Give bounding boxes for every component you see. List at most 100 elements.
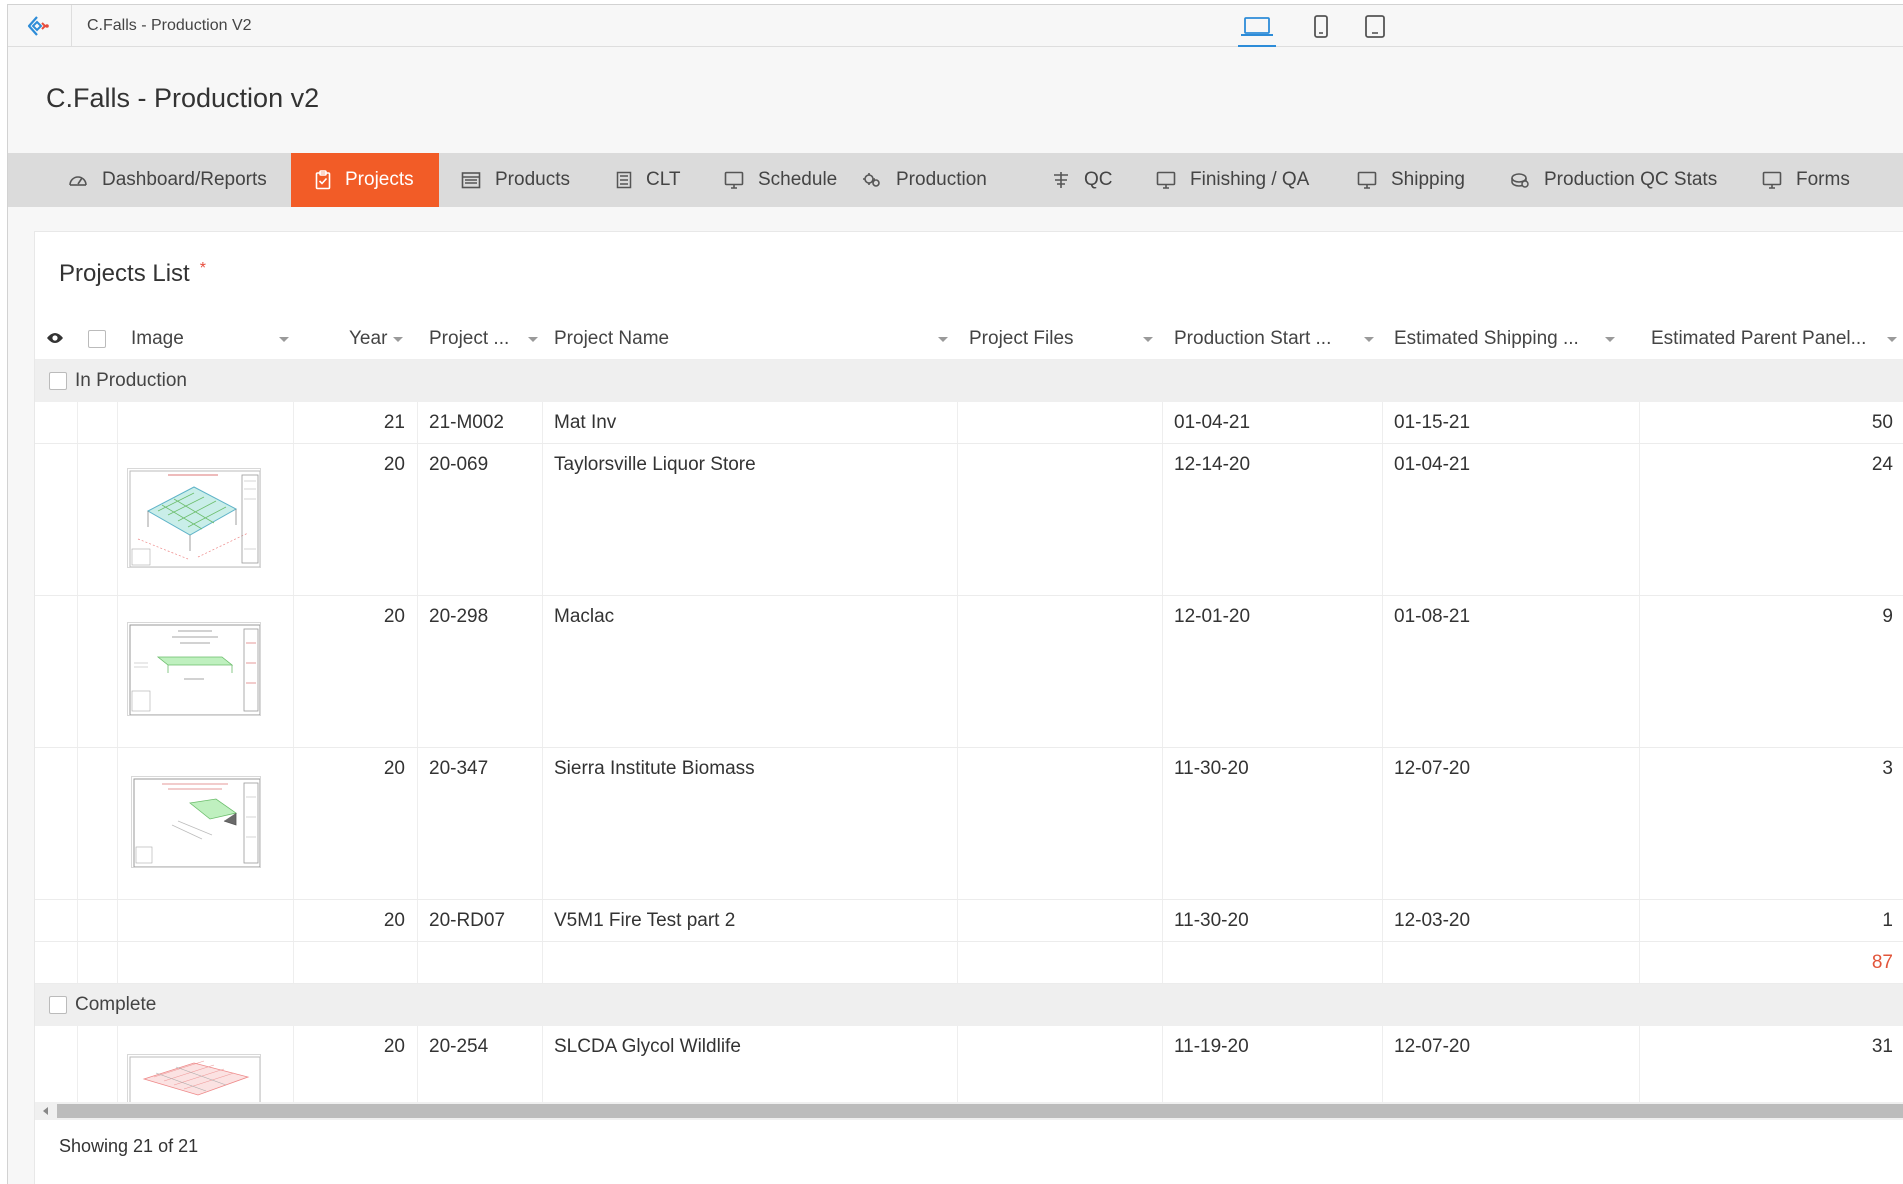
group-header-in-production[interactable]: In Production: [35, 360, 1903, 402]
app-logo-icon: [27, 16, 49, 36]
group-total-row: 87: [35, 942, 1903, 984]
drawing-thumbnail-icon: [129, 1056, 260, 1102]
gears-icon: [863, 173, 880, 187]
nav-item-label: Forms: [1796, 169, 1850, 190]
cell-year: 20: [383, 1036, 405, 1057]
nav-item-clt[interactable]: CLT: [596, 153, 708, 207]
panel-title: Projects List *: [59, 260, 206, 288]
group-checkbox[interactable]: [49, 372, 67, 390]
cell-project: 20-RD07: [429, 910, 506, 931]
list-icon: [616, 171, 632, 189]
cell-project-name: Mat Inv: [554, 412, 617, 433]
project-thumbnail[interactable]: [127, 1054, 261, 1102]
cell-estimated-panels: 9: [1882, 606, 1893, 627]
main-nav: Dashboard/Reports Projects Products CLT: [8, 153, 1903, 207]
cell-production-start: 11-19-20: [1174, 1036, 1249, 1057]
sort-caret-icon[interactable]: [528, 337, 538, 342]
column-header-year[interactable]: Year: [349, 318, 387, 360]
nav-item-finishing-qa[interactable]: Finishing / QA: [1138, 153, 1339, 207]
group-label: Complete: [75, 994, 157, 1015]
cell-estimated-shipping: 01-08-21: [1394, 606, 1471, 627]
table-row[interactable]: 20 20-RD07 V5M1 Fire Test part 2 11-30-2…: [35, 900, 1903, 942]
nav-item-qc[interactable]: QC: [1032, 153, 1138, 207]
calendar-icon: [461, 172, 481, 189]
tablet-view-button[interactable]: [1362, 15, 1388, 39]
window-title: C.Falls - Production V2: [87, 17, 252, 34]
eye-icon[interactable]: [46, 331, 64, 345]
nav-item-dashboard-reports[interactable]: Dashboard/Reports: [8, 153, 291, 207]
column-header-estimated-shipping[interactable]: Estimated Shipping ...: [1394, 318, 1579, 360]
cell-estimated-panels: 50: [1871, 412, 1893, 433]
cell-estimated-shipping: 12-07-20: [1394, 1036, 1471, 1057]
project-thumbnail[interactable]: [127, 622, 261, 716]
cell-estimated-panels: 1: [1882, 910, 1893, 931]
cell-year: 20: [383, 606, 405, 627]
cell-project-name: Sierra Institute Biomass: [554, 758, 755, 779]
cell-production-start: 12-01-20: [1174, 606, 1251, 627]
sort-caret-icon[interactable]: [1887, 337, 1897, 342]
panel-title-text: Projects List: [59, 260, 190, 287]
column-header-project-files[interactable]: Project Files: [969, 318, 1074, 360]
cell-production-start: 01-04-21: [1174, 412, 1251, 433]
sort-caret-icon[interactable]: [1364, 337, 1374, 342]
nav-item-production[interactable]: Production: [862, 153, 1032, 207]
app-logo[interactable]: [8, 5, 72, 47]
sort-caret-icon[interactable]: [1605, 337, 1615, 342]
app-title: C.Falls - Production v2: [46, 83, 320, 113]
cell-project-name: Taylorsville Liquor Store: [554, 454, 756, 475]
cell-estimated-panels: 3: [1882, 758, 1893, 779]
table-row[interactable]: 21 21-M002 Mat Inv 01-04-21 01-15-21 50: [35, 402, 1903, 444]
column-header-production-start[interactable]: Production Start ...: [1174, 318, 1331, 360]
nav-item-label: Products: [495, 169, 570, 190]
drawing-thumbnail-icon: [129, 624, 260, 715]
cell-estimated-panels: 24: [1871, 454, 1893, 475]
cell-production-start: 11-30-20: [1174, 910, 1249, 931]
nav-item-schedule[interactable]: Schedule: [708, 153, 862, 207]
table-row[interactable]: 20 20-347 Sierra Institute Biomass 11-30…: [35, 748, 1903, 900]
grid-header: Image Year Project ... Project Name Proj…: [35, 318, 1903, 360]
monitor-icon: [1762, 171, 1782, 189]
drawing-thumbnail-icon: [133, 778, 260, 867]
nav-item-label: Schedule: [758, 169, 838, 190]
horizontal-scrollbar-thumb[interactable]: [57, 1104, 1903, 1118]
column-header-project-name[interactable]: Project Name: [554, 318, 669, 360]
cell-estimated-shipping: 01-15-21: [1394, 412, 1471, 433]
table-row[interactable]: 20 20-298 Maclac 12-01-20 01-08-21 9: [35, 596, 1903, 748]
project-thumbnail[interactable]: [131, 776, 261, 868]
monitor-icon: [1156, 171, 1176, 189]
group-header-complete[interactable]: Complete: [35, 984, 1903, 1026]
required-mark: *: [199, 260, 206, 277]
cell-estimated-shipping: 12-07-20: [1394, 758, 1471, 779]
cell-project: 20-069: [429, 454, 489, 475]
table-row[interactable]: 20 20-254 SLCDA Glycol Wildlife 11-19-20…: [35, 1026, 1903, 1102]
column-header-estimated-parent-panel[interactable]: Estimated Parent Panel...: [1651, 318, 1866, 360]
desktop-view-button[interactable]: [1238, 15, 1276, 48]
scroll-left-arrow-icon[interactable]: [43, 1107, 48, 1115]
nav-item-products[interactable]: Products: [439, 153, 596, 207]
project-thumbnail[interactable]: [127, 468, 261, 568]
nav-item-projects[interactable]: Projects: [291, 153, 439, 207]
column-header-project[interactable]: Project ...: [429, 318, 509, 360]
table-row[interactable]: 20 20-069 Taylorsville Liquor Store 12-1…: [35, 444, 1903, 596]
column-header-image[interactable]: Image: [131, 318, 184, 360]
nav-item-label: QC: [1084, 169, 1113, 190]
group-checkbox[interactable]: [49, 996, 67, 1014]
sort-caret-icon[interactable]: [279, 337, 289, 342]
horizontal-scrollbar[interactable]: [35, 1102, 1903, 1120]
nav-item-forms[interactable]: Forms: [1744, 153, 1903, 207]
nav-item-production-qc-stats[interactable]: Production QC Stats: [1492, 153, 1744, 207]
nav-item-shipping[interactable]: Shipping: [1339, 153, 1492, 207]
nav-item-label: Dashboard/Reports: [102, 169, 267, 190]
phone-view-button[interactable]: [1310, 15, 1332, 39]
cell-project: 20-347: [429, 758, 489, 779]
sort-caret-icon[interactable]: [938, 337, 948, 342]
checklist-icon: [1054, 172, 1068, 188]
laptop-icon: [1241, 17, 1273, 36]
sort-caret-icon[interactable]: [393, 337, 403, 342]
group-label: In Production: [75, 370, 187, 391]
cell-project: 20-254: [429, 1036, 489, 1057]
select-all-checkbox[interactable]: [88, 330, 106, 348]
nav-item-label: CLT: [646, 169, 681, 190]
sort-caret-icon[interactable]: [1143, 337, 1153, 342]
nav-item-label: Production QC Stats: [1544, 169, 1718, 190]
